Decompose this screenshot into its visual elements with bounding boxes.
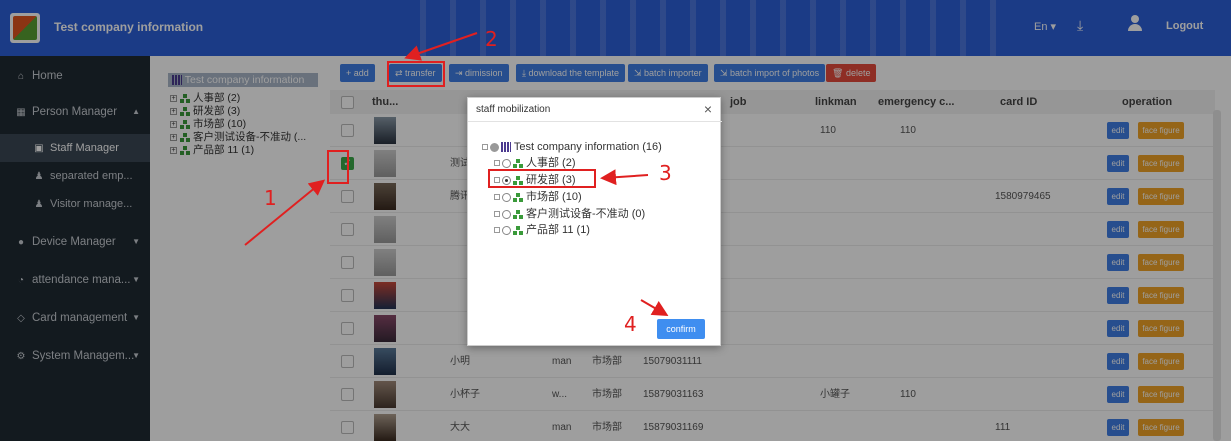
radio-icon[interactable] bbox=[502, 192, 511, 202]
modal-tree-root[interactable]: Test company information (16) bbox=[482, 141, 662, 154]
annotation-number-1: 1 bbox=[264, 186, 277, 210]
building-icon bbox=[501, 142, 511, 153]
radio-icon[interactable] bbox=[490, 142, 499, 152]
modal-tree-item[interactable]: 产品部 11 (1) bbox=[494, 224, 590, 237]
confirm-button[interactable]: confirm bbox=[657, 319, 705, 339]
dialog-title: staff mobilization bbox=[468, 98, 722, 122]
org-icon bbox=[513, 192, 523, 202]
org-icon bbox=[513, 158, 523, 168]
annotation-box-checkbox bbox=[327, 150, 349, 184]
radio-icon[interactable] bbox=[502, 225, 511, 235]
radio-icon[interactable] bbox=[502, 158, 511, 168]
radio-icon[interactable] bbox=[502, 209, 511, 219]
annotation-box-transfer bbox=[387, 61, 445, 87]
org-icon bbox=[513, 225, 523, 235]
modal-tree-item[interactable]: 市场部 (10) bbox=[494, 191, 582, 204]
annotation-box-dept bbox=[488, 169, 596, 188]
close-icon[interactable]: × bbox=[704, 101, 712, 117]
org-icon bbox=[513, 209, 523, 219]
modal-tree-item[interactable]: 客户测试设备-不准动 (0) bbox=[494, 208, 645, 221]
staff-mobilization-dialog: staff mobilization × Test company inform… bbox=[467, 97, 722, 346]
annotation-number-2: 2 bbox=[485, 27, 498, 51]
annotation-number-3: 3 bbox=[659, 161, 672, 185]
annotation-number-4: 4 bbox=[624, 312, 637, 336]
